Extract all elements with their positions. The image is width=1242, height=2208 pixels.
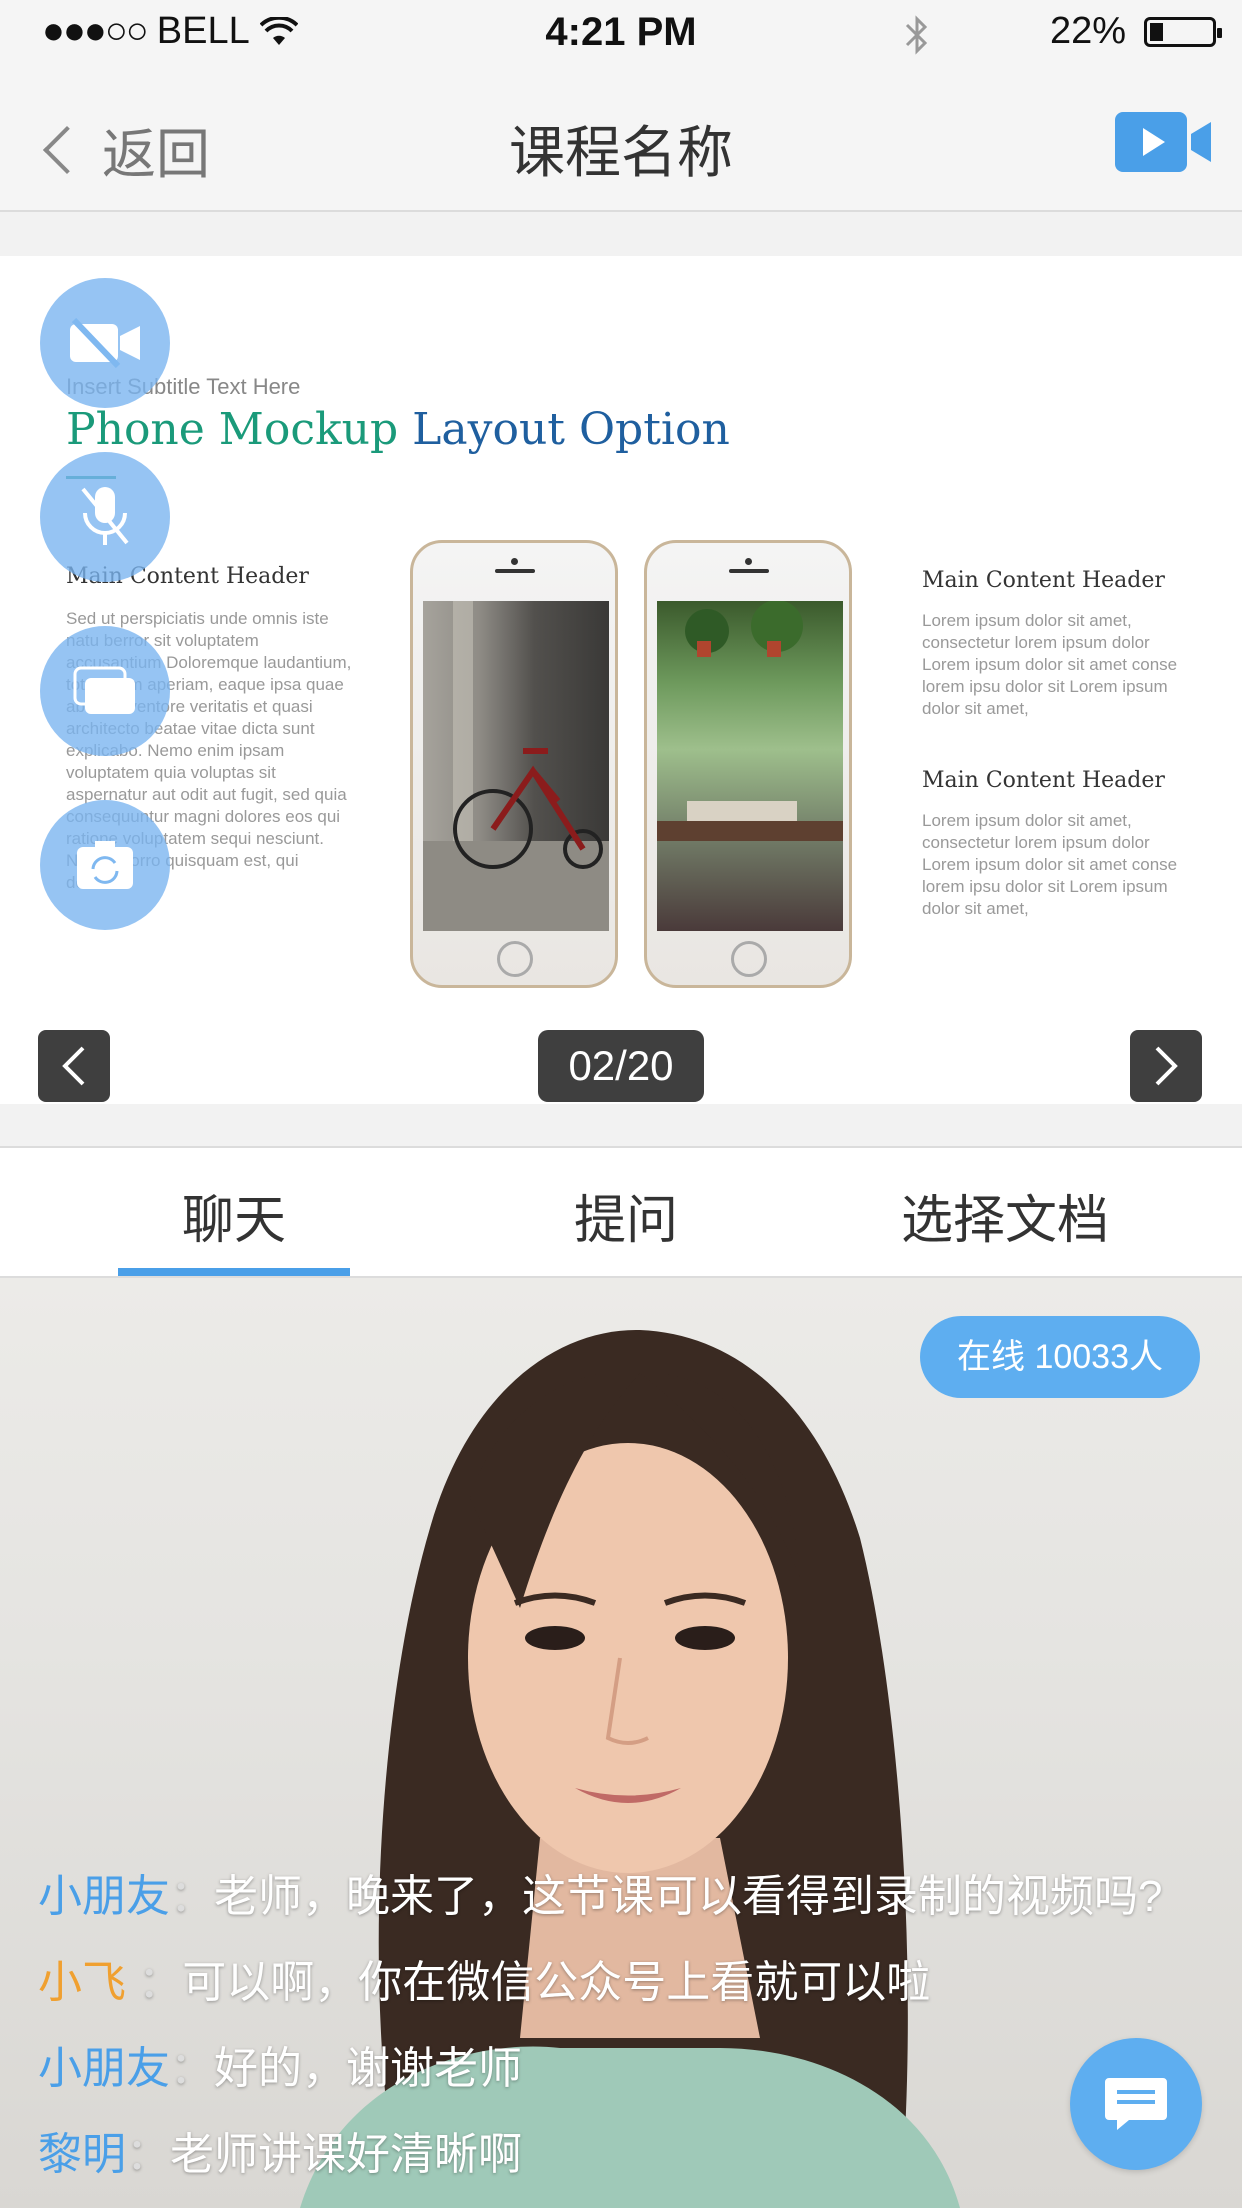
chat-message: 小飞 ：可以啊，你在微信公众号上看就可以啦 (38, 1946, 930, 2010)
chat-message: 小朋友：老师，晚来了，这节课可以看得到录制的视频吗? (38, 1860, 1162, 1924)
slide-title: Phone Mockup Layout Option (66, 404, 730, 455)
flip-camera-icon (77, 841, 133, 889)
teacher-video: 在线 10033人 小朋友：老师，晚来了，这节课可以看得到录制的视频吗? 小飞 ：… (0, 1278, 1242, 2208)
online-count-badge: 在线 10033人 (920, 1316, 1200, 1398)
presentation-slide: Insert Subtitle Text Here Phone Mockup L… (0, 256, 1242, 1104)
video-off-icon (70, 318, 140, 368)
chat-separator: ： (126, 2130, 170, 2179)
right-content-header-2: Main Content Header (922, 768, 1165, 793)
chevron-right-icon (1155, 1046, 1178, 1086)
battery-icon (1144, 16, 1222, 47)
switch-window-button[interactable] (40, 626, 170, 756)
plants-photo (657, 600, 843, 931)
right-content-header-1: Main Content Header (922, 568, 1165, 593)
mute-microphone-button[interactable] (40, 452, 170, 582)
page-indicator: 02/20 (538, 1030, 704, 1102)
navigation-bar: 返回 课程名称 (0, 68, 1242, 212)
phone-mockup-left (410, 540, 618, 988)
camera-off-button[interactable] (40, 278, 170, 408)
battery-percent: 22% (1049, 10, 1126, 52)
chat-separator: ： (170, 2044, 214, 2093)
video-camera-icon[interactable] (1115, 112, 1215, 172)
previous-slide-button[interactable] (38, 1030, 110, 1102)
chat-username[interactable]: 小飞 (38, 1958, 126, 2007)
slide-title-part2: Layout Option (412, 404, 730, 455)
chat-input-button[interactable] (1070, 2038, 1202, 2170)
next-slide-button[interactable] (1130, 1030, 1202, 1102)
chat-username[interactable]: 小朋友 (38, 1872, 170, 1921)
active-tab-indicator (118, 1268, 350, 1276)
windows-icon (73, 666, 135, 714)
tab-select-document[interactable]: 选择文档 (860, 1178, 1150, 1253)
tab-bar: 聊天 提问 选择文档 (0, 1146, 1242, 1278)
chat-separator: ： (126, 1958, 183, 2007)
chat-text: 老师讲课好清晰啊 (170, 2130, 522, 2179)
chat-separator: ： (170, 1872, 214, 1921)
flip-camera-button[interactable] (40, 800, 170, 930)
slide-title-part1: Phone Mockup (66, 404, 399, 455)
chat-text: 老师，晚来了，这节课可以看得到录制的视频吗? (214, 1872, 1163, 1921)
phone-mockup-right (644, 540, 852, 988)
right-content-paragraph-2: Lorem ipsum dolor sit amet, consectetur … (922, 811, 1178, 918)
chat-bubble-icon (1105, 2078, 1167, 2130)
tab-questions[interactable]: 提问 (510, 1178, 742, 1253)
chat-message: 黎明：老师讲课好清晰啊 (38, 2118, 522, 2182)
status-bar: ●●●○○ BELL 4:21 PM 22% (0, 0, 1242, 68)
chevron-left-icon (62, 1046, 85, 1086)
chat-username[interactable]: 黎明 (38, 2130, 126, 2179)
microphone-off-icon (81, 487, 129, 545)
right-content-paragraph-1: Lorem ipsum dolor sit amet, consectetur … (922, 611, 1178, 718)
page-title: 课程名称 (509, 121, 733, 184)
bluetooth-icon (905, 15, 928, 55)
battery-level (1150, 22, 1163, 41)
tricycle-photo (423, 601, 609, 931)
chat-message: 小朋友：好的，谢谢老师 (38, 2032, 522, 2096)
battery-status: 22% (1049, 10, 1222, 53)
chat-username[interactable]: 小朋友 (38, 2044, 170, 2093)
chat-text: 好的，谢谢老师 (214, 2044, 522, 2093)
chat-text: 可以啊，你在微信公众号上看就可以啦 (182, 1958, 931, 2007)
tab-chat[interactable]: 聊天 (118, 1178, 350, 1253)
